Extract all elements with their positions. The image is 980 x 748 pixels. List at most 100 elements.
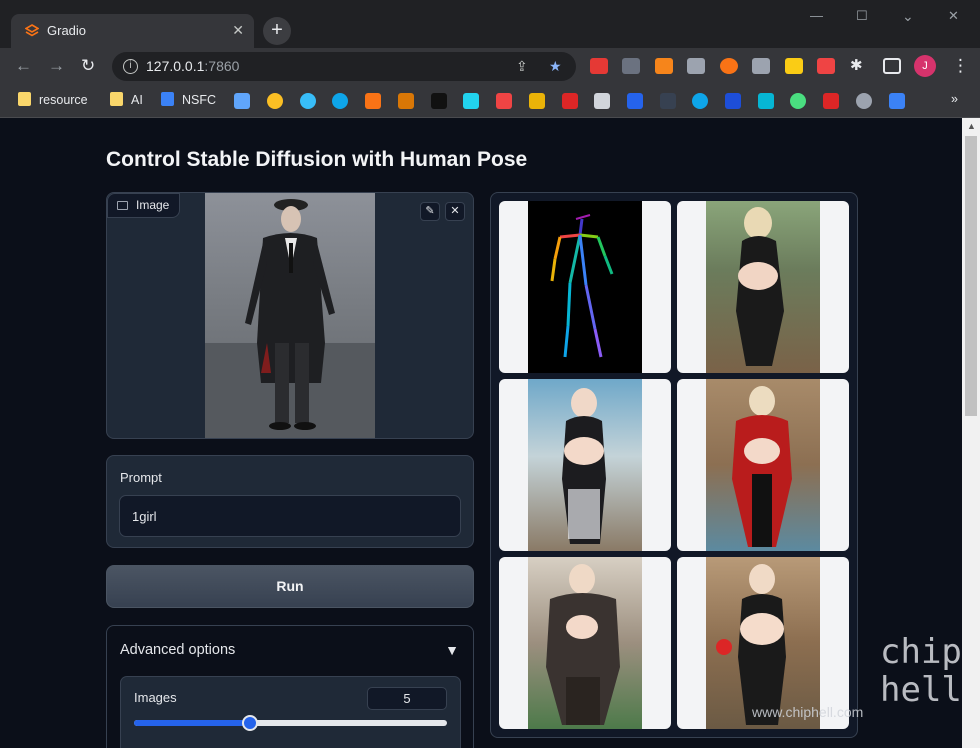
run-button[interactable]: Run xyxy=(106,565,474,608)
prompt-panel: Prompt 1girl xyxy=(106,455,474,548)
gallery-item[interactable] xyxy=(677,379,849,551)
nsfc-icon xyxy=(161,92,174,106)
back-arrow-icon[interactable]: ← xyxy=(15,56,32,76)
puzzle-icon[interactable]: ✱ xyxy=(850,56,863,74)
scrollbar-thumb[interactable] xyxy=(965,136,977,416)
bookmark-icon[interactable] xyxy=(594,93,610,109)
bookmark-icon[interactable] xyxy=(496,93,512,109)
maximize-button[interactable]: ☐ xyxy=(856,8,868,24)
minimize-button[interactable]: — xyxy=(810,8,823,23)
bookmark-icon[interactable] xyxy=(562,93,578,109)
bookmark-icon[interactable] xyxy=(300,93,316,109)
bookmark-icon[interactable] xyxy=(692,93,708,109)
bookmark-icon[interactable] xyxy=(823,93,839,109)
side-panel-icon[interactable] xyxy=(883,58,901,74)
metamask-icon[interactable] xyxy=(655,58,673,74)
address-bar[interactable]: i 127.0.0.1:7860 ⇪ ★ xyxy=(112,52,576,81)
page-viewport: Control Stable Diffusion with Human Pose xyxy=(0,118,962,748)
person-figure-illustration xyxy=(205,199,375,438)
bookmark-icon[interactable] xyxy=(398,93,414,109)
logo-line: hell xyxy=(880,670,962,710)
pose-skeleton-illustration xyxy=(550,214,614,358)
slider-fill xyxy=(134,720,250,726)
folder-icon xyxy=(18,92,31,106)
advanced-options-panel: Advanced options ▼ Images 5 xyxy=(106,625,474,748)
tab-title: Gradio xyxy=(47,23,87,38)
scroll-up-icon[interactable]: ▲ xyxy=(967,121,976,131)
extension-icon[interactable] xyxy=(590,58,608,74)
bookmark-icon[interactable] xyxy=(660,93,676,109)
bookmark-resource[interactable]: resource xyxy=(18,92,88,107)
close-window-button[interactable]: ✕ xyxy=(948,8,959,24)
folder-icon xyxy=(110,92,123,106)
bookmark-icon[interactable] xyxy=(725,93,741,109)
advanced-options-toggle[interactable]: Advanced options xyxy=(120,642,235,658)
browser-tab[interactable]: Gradio ✕ xyxy=(11,14,254,48)
bookmarks-bar: resource AI NSFC » xyxy=(0,84,980,118)
bookmark-star-icon[interactable]: ★ xyxy=(549,58,562,75)
more-bookmarks-icon[interactable]: » xyxy=(951,92,958,106)
extension-icon[interactable] xyxy=(687,58,705,74)
forward-arrow-icon[interactable]: → xyxy=(48,56,65,76)
bookmark-nsfc[interactable]: NSFC xyxy=(161,92,216,107)
uploaded-image xyxy=(205,193,375,438)
bookmark-icon[interactable] xyxy=(365,93,381,109)
reload-icon[interactable]: ↻ xyxy=(81,56,95,76)
gallery-item[interactable] xyxy=(499,379,671,551)
extension-icon[interactable] xyxy=(720,58,738,74)
images-slider[interactable] xyxy=(134,715,447,731)
bookmark-icon[interactable] xyxy=(627,93,643,109)
url-text: 127.0.0.1:7860 xyxy=(146,58,239,74)
menu-kebab-icon[interactable]: ⋮ xyxy=(952,56,969,76)
images-number-input[interactable]: 5 xyxy=(367,687,447,710)
extension-icon[interactable] xyxy=(817,58,835,74)
extension-icon[interactable] xyxy=(785,58,803,74)
edit-pencil-icon[interactable]: ✎ xyxy=(420,202,440,221)
bookmark-icon[interactable] xyxy=(790,93,806,109)
chevron-down-icon[interactable]: ⌄ xyxy=(902,8,914,25)
tab-close-icon[interactable]: ✕ xyxy=(232,22,244,39)
extension-icon[interactable] xyxy=(622,58,640,74)
browser-toolbar: ← → ↻ i 127.0.0.1:7860 ⇪ ★ ✱ J ⋮ xyxy=(0,48,980,84)
generated-image xyxy=(706,379,820,551)
pose-skeleton-image xyxy=(528,201,642,373)
gallery-item[interactable] xyxy=(677,201,849,373)
images-label: Images xyxy=(134,690,177,705)
bookmark-icon[interactable] xyxy=(234,93,250,109)
share-icon[interactable]: ⇪ xyxy=(516,58,528,75)
url-port: :7860 xyxy=(204,58,240,74)
bookmark-icon[interactable] xyxy=(332,93,348,109)
slider-thumb[interactable] xyxy=(241,715,258,731)
url-host: 127.0.0.1 xyxy=(146,58,205,74)
extension-icon[interactable] xyxy=(752,58,770,74)
image-input-panel[interactable]: Image ✎ ✕ xyxy=(106,192,474,439)
avatar[interactable]: J xyxy=(914,55,936,77)
bookmark-icon[interactable] xyxy=(758,93,774,109)
image-label-badge: Image xyxy=(107,193,181,218)
globe-icon[interactable] xyxy=(856,93,872,109)
bookmark-icon[interactable] xyxy=(267,93,283,109)
image-icon xyxy=(117,201,128,210)
gallery-item[interactable] xyxy=(499,201,671,373)
watermark-text: www.chiphell.com xyxy=(752,704,864,720)
site-info-icon[interactable]: i xyxy=(123,59,138,74)
triangle-down-icon[interactable]: ▼ xyxy=(445,642,459,658)
bookmark-label: NSFC xyxy=(182,93,217,107)
bookmark-ai[interactable]: AI xyxy=(110,92,143,107)
gallery-item[interactable] xyxy=(499,557,671,729)
figure-silhouette-illustration xyxy=(546,564,620,725)
prompt-label: Prompt xyxy=(120,470,162,485)
bookmark-icon[interactable] xyxy=(463,93,479,109)
bookmark-label: resource xyxy=(39,93,88,107)
bookmark-icon[interactable] xyxy=(889,93,905,109)
figure-silhouette-illustration xyxy=(736,207,784,366)
bookmark-icon[interactable] xyxy=(529,93,545,109)
bookmark-icon[interactable] xyxy=(431,93,447,109)
new-tab-button[interactable]: + xyxy=(263,17,291,45)
logo-line: chip xyxy=(880,632,962,672)
clear-image-icon[interactable]: ✕ xyxy=(445,202,465,221)
figure-silhouette-illustration xyxy=(562,388,606,544)
generated-image xyxy=(706,201,820,373)
vertical-scrollbar[interactable]: ▲ xyxy=(962,118,980,748)
prompt-input[interactable]: 1girl xyxy=(119,495,461,537)
